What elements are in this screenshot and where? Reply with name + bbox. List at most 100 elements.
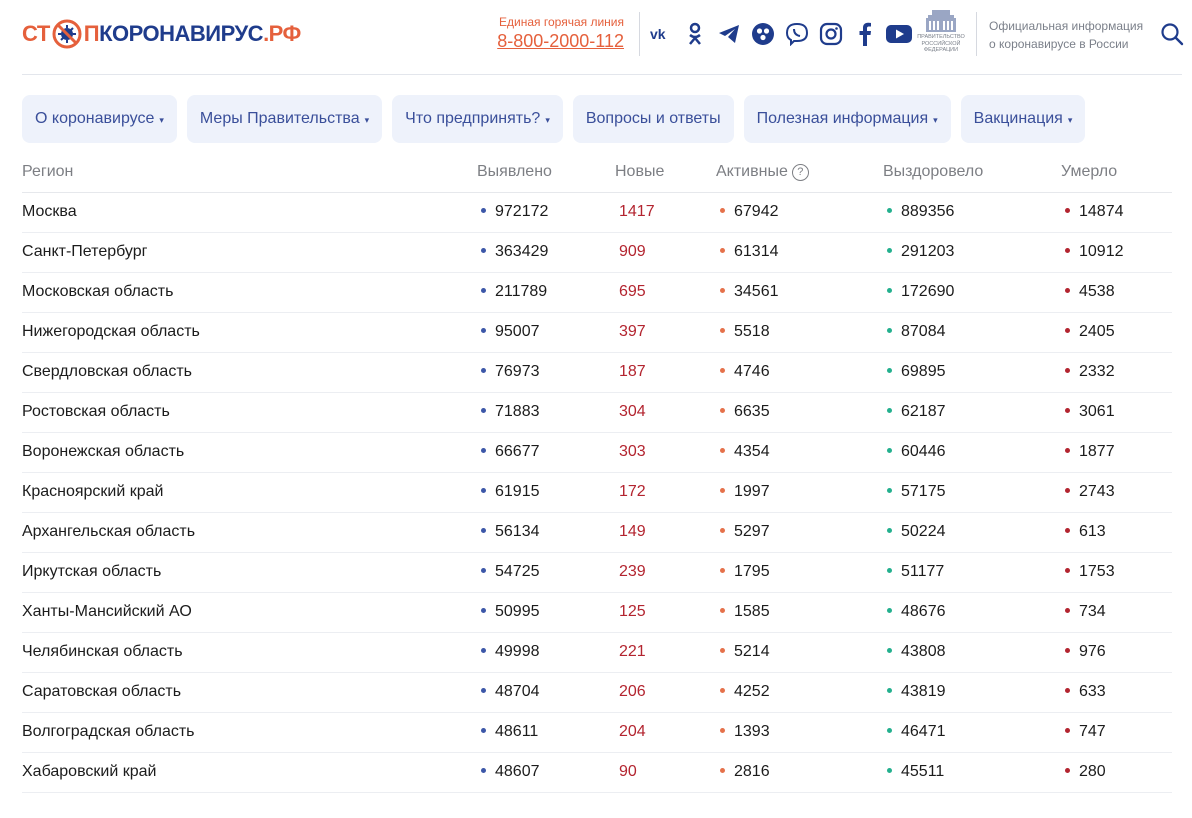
header-deaths: Умерло (1061, 163, 1118, 180)
table-row: Санкт-Петербург 363429 909 61314 291203 10912 (22, 233, 1172, 273)
active-cell: 4354 (720, 443, 770, 461)
government-emblem[interactable]: ПРАВИТЕЛЬСТВО РОССИЙСКОЙ ФЕДЕРАЦИИ (917, 8, 965, 58)
active-cell-value: 61314 (734, 243, 779, 260)
table-row: Челябинская область 49998 221 5214 43808 976 (22, 633, 1172, 673)
confirmed-cell-value: 49998 (495, 643, 540, 660)
new-cases-cell: 909 (619, 243, 646, 261)
recovered-cell-value: 60446 (901, 443, 946, 460)
deaths-cell: 4538 (1065, 283, 1115, 301)
bullet-dot-icon (887, 528, 892, 533)
new-cases-cell-value: 90 (619, 763, 637, 780)
bullet-dot-icon (481, 768, 486, 773)
region-cell-value: Иркутская область (22, 563, 162, 580)
confirmed-cell-value: 48611 (495, 723, 539, 740)
bullet-dot-icon (481, 328, 486, 333)
bullet-dot-icon (887, 408, 892, 413)
site-header: СТ П КОРОНАВИРУС .РФ Единая горячая лини… (22, 0, 1184, 75)
table-row: Иркутская область 54725 239 1795 51177 1753 (22, 553, 1172, 593)
new-cases-cell-value: 304 (619, 403, 646, 420)
new-cases-cell: 221 (619, 643, 646, 661)
header-active-label: Активные (716, 163, 788, 180)
bullet-dot-icon (887, 328, 892, 333)
recovered-cell: 43808 (887, 643, 946, 661)
deaths-cell-value: 976 (1079, 643, 1106, 660)
new-cases-cell: 206 (619, 683, 646, 701)
new-cases-cell-value: 206 (619, 683, 646, 700)
deaths-cell-value: 1753 (1079, 563, 1115, 580)
nav-faq[interactable]: Вопросы и ответы (572, 95, 734, 143)
header-active: Активные? (716, 163, 809, 181)
official-info-line2: о коронавирусе в России (989, 37, 1129, 51)
active-cell-value: 1585 (734, 603, 770, 620)
youtube-icon[interactable] (886, 20, 912, 48)
active-cell: 1585 (720, 603, 770, 621)
deaths-cell-value: 4538 (1079, 283, 1115, 300)
bullet-dot-icon (887, 608, 892, 613)
hotline: Единая горячая линия 8-800-2000-112 (492, 15, 624, 53)
region-cell-value: Хабаровский край (22, 763, 157, 780)
confirmed-cell: 48607 (481, 763, 540, 781)
confirmed-cell: 49998 (481, 643, 540, 661)
region-cell: Саратовская область (22, 683, 181, 701)
confirmed-cell: 56134 (481, 523, 540, 541)
chevron-down-icon: ▾ (933, 115, 938, 125)
confirmed-cell-value: 71883 (495, 403, 540, 420)
recovered-cell-value: 46471 (901, 723, 946, 740)
bullet-dot-icon (1065, 608, 1070, 613)
deaths-cell: 10912 (1065, 243, 1124, 261)
bullet-dot-icon (1065, 248, 1070, 253)
nav-label: Что предпринять? (405, 110, 541, 127)
new-cases-cell-value: 303 (619, 443, 646, 460)
social-links: vk (648, 20, 912, 48)
deaths-cell: 633 (1065, 683, 1106, 701)
bullet-dot-icon (481, 688, 486, 693)
recovered-cell: 45511 (887, 763, 944, 781)
deaths-cell: 734 (1065, 603, 1106, 621)
active-cell-value: 6635 (734, 403, 770, 420)
bullet-dot-icon (720, 288, 725, 293)
deaths-cell-value: 633 (1079, 683, 1106, 700)
gov-emblem-line1: ПРАВИТЕЛЬСТВО (917, 34, 965, 40)
bullet-dot-icon (887, 248, 892, 253)
vk-icon[interactable]: vk (648, 20, 674, 48)
virus-stop-icon (51, 18, 83, 50)
nav-what-to-do[interactable]: Что предпринять? ▾ (392, 95, 563, 143)
bullet-dot-icon (887, 768, 892, 773)
deaths-cell-value: 2332 (1079, 363, 1115, 380)
new-cases-cell-value: 172 (619, 483, 646, 500)
new-cases-cell-value: 909 (619, 243, 646, 260)
viber-icon[interactable] (784, 20, 810, 48)
region-cell: Ростовская область (22, 403, 170, 421)
hotline-number-link[interactable]: 8-800-2000-112 (492, 29, 624, 53)
nav-vaccination[interactable]: Вакцинация ▾ (960, 95, 1086, 143)
table-row: Ростовская область 71883 304 6635 62187 3061 (22, 393, 1172, 433)
yandex-zen-icon[interactable] (750, 20, 776, 48)
telegram-icon[interactable] (716, 20, 742, 48)
confirmed-cell-value: 50995 (495, 603, 540, 620)
nav-government-measures[interactable]: Меры Правительства ▾ (186, 95, 383, 143)
help-icon[interactable]: ? (791, 163, 809, 181)
deaths-cell: 1753 (1065, 563, 1115, 581)
deaths-cell: 3061 (1065, 403, 1115, 421)
facebook-icon[interactable] (852, 20, 878, 48)
bullet-dot-icon (1065, 368, 1070, 373)
deaths-cell: 976 (1065, 643, 1106, 661)
recovered-cell: 50224 (887, 523, 946, 541)
search-icon[interactable] (1160, 22, 1186, 48)
recovered-cell: 43819 (887, 683, 946, 701)
table-row: Красноярский край 61915 172 1997 57175 2743 (22, 473, 1172, 513)
new-cases-cell: 1417 (619, 203, 655, 221)
region-cell-value: Свердловская область (22, 363, 192, 380)
odnoklassniki-icon[interactable] (682, 20, 708, 48)
region-cell: Санкт-Петербург (22, 243, 147, 261)
confirmed-cell-value: 54725 (495, 563, 540, 580)
nav-useful-info[interactable]: Полезная информация ▾ (743, 95, 951, 143)
deaths-cell: 613 (1065, 523, 1106, 541)
logo-text-p: П (83, 21, 100, 46)
nav-about-coronavirus[interactable]: О коронавирусе ▾ (22, 95, 177, 143)
site-logo[interactable]: СТ П КОРОНАВИРУС .РФ (22, 16, 301, 52)
region-cell-value: Санкт-Петербург (22, 243, 148, 260)
region-cell: Ханты-Мансийский АО (22, 603, 192, 621)
instagram-icon[interactable] (818, 20, 844, 48)
confirmed-cell: 71883 (481, 403, 540, 421)
